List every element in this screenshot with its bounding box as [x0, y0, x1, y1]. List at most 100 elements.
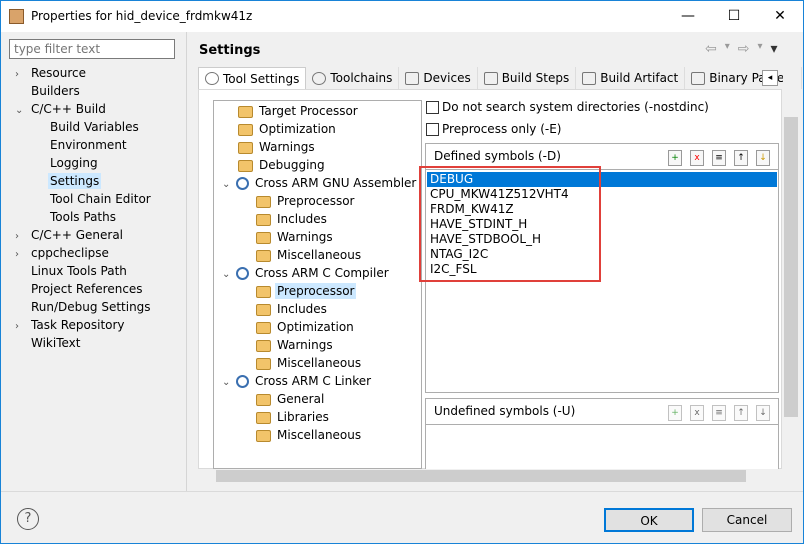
scroll-thumb[interactable] — [784, 117, 798, 417]
tool-tree-label: Optimization — [277, 320, 354, 334]
folder-icon — [238, 141, 253, 154]
nav-item-label: Task Repository — [31, 318, 125, 332]
filter-input[interactable] — [9, 39, 175, 59]
nav-item[interactable]: ⌄ C/C++ Build — [15, 100, 183, 118]
dropdown-icon[interactable]: ▾ — [758, 41, 763, 57]
tool-tree-item[interactable]: General — [214, 390, 421, 408]
vertical-scrollbar[interactable] — [783, 57, 799, 481]
nav-item[interactable]: › cppcheclipse — [15, 244, 183, 262]
tab-icon — [405, 71, 420, 85]
nav-item[interactable]: Project References — [15, 280, 183, 298]
folder-icon — [238, 159, 253, 172]
edit-icon[interactable]: ≡ — [712, 150, 726, 166]
tool-tree-item[interactable]: ⌄ Cross ARM C Linker — [214, 372, 421, 390]
tool-tree-item[interactable]: Preprocessor — [214, 192, 421, 210]
nav-item[interactable]: › Task Repository — [15, 316, 183, 334]
folder-icon — [256, 249, 271, 262]
collapse-icon[interactable]: ⌄ — [222, 266, 236, 284]
checkbox[interactable] — [426, 123, 439, 136]
tool-tree-item[interactable]: ⌄ Cross ARM C Compiler — [214, 264, 421, 282]
horizontal-scrollbar[interactable] — [198, 469, 782, 483]
tool-tree-item[interactable]: Target Processor — [214, 102, 421, 120]
expand-icon[interactable]: ⌄ — [15, 102, 29, 120]
nav-item[interactable]: Builders — [15, 82, 183, 100]
tab[interactable]: Tool Settings — [198, 67, 307, 89]
scroll-thumb[interactable] — [216, 470, 746, 482]
tool-tree-item[interactable]: Optimization — [214, 120, 421, 138]
folder-icon — [256, 321, 271, 334]
ok-button[interactable]: OK — [604, 508, 694, 532]
tab-label: Tool Settings — [223, 71, 300, 86]
folder-icon — [256, 213, 271, 226]
folder-icon — [256, 231, 271, 244]
help-button[interactable]: ? — [17, 508, 39, 530]
nav-item[interactable]: › C/C++ General — [15, 226, 183, 244]
tool-tree-label: Includes — [277, 302, 327, 316]
nav-item[interactable]: WikiText — [15, 334, 183, 352]
tool-tree-item[interactable]: Warnings — [214, 138, 421, 156]
delete-icon[interactable]: x — [690, 150, 704, 166]
tab-scroll-left-button[interactable]: ◂ — [762, 70, 778, 86]
checkbox[interactable] — [426, 101, 439, 114]
dropdown-icon[interactable]: ▾ — [725, 41, 730, 57]
folder-icon — [256, 429, 271, 442]
forward-icon[interactable]: ⇨ — [738, 41, 750, 57]
nav-item[interactable]: › Resource — [15, 64, 183, 82]
move-up-icon[interactable]: ↑ — [734, 150, 748, 166]
nav-item-label: Environment — [50, 138, 127, 152]
maximize-button[interactable]: ☐ — [711, 1, 757, 32]
tool-tree-item[interactable]: Debugging — [214, 156, 421, 174]
tool-tree-label: Includes — [277, 212, 327, 226]
folder-icon — [256, 339, 271, 352]
tab[interactable]: Build Artifact — [576, 67, 686, 89]
collapse-icon[interactable]: ⌄ — [222, 176, 236, 194]
tool-tree-item[interactable]: Miscellaneous — [214, 426, 421, 444]
close-button[interactable]: ✕ — [757, 1, 803, 32]
tool-tree-label: Optimization — [259, 122, 336, 136]
tool-tree-item[interactable]: Miscellaneous — [214, 246, 421, 264]
nav-item[interactable]: Linux Tools Path — [15, 262, 183, 280]
tab[interactable]: Build Steps — [478, 67, 577, 89]
nav-item[interactable]: Tool Chain Editor — [15, 190, 183, 208]
tool-icon — [236, 375, 249, 388]
tool-tree-item[interactable]: Includes — [214, 300, 421, 318]
folder-icon — [256, 285, 271, 298]
back-icon[interactable]: ⇦ — [705, 41, 717, 57]
nav-item[interactable]: Environment — [15, 136, 183, 154]
nav-item[interactable]: Run/Debug Settings — [15, 298, 183, 316]
tool-tree-item[interactable]: ⌄ Cross ARM GNU Assembler — [214, 174, 421, 192]
nav-item[interactable]: Tools Paths — [15, 208, 183, 226]
tool-tree-item[interactable]: Optimization — [214, 318, 421, 336]
tab-icon — [691, 71, 706, 85]
add-icon[interactable]: + — [668, 150, 682, 166]
collapse-icon[interactable]: ⌄ — [222, 374, 236, 392]
tab-icon — [312, 71, 327, 85]
folder-icon — [256, 303, 271, 316]
checkbox-label: Do not search system directories (-nostd… — [442, 100, 709, 114]
nostdinc-option[interactable]: Do not search system directories (-nostd… — [426, 100, 709, 114]
tool-tree-item[interactable]: Warnings — [214, 228, 421, 246]
folder-icon — [256, 195, 271, 208]
cancel-button[interactable]: Cancel — [702, 508, 792, 532]
nav-item[interactable]: Build Variables — [15, 118, 183, 136]
highlight-box — [419, 166, 601, 282]
tool-tree-item[interactable]: Warnings — [214, 336, 421, 354]
tool-tree-item[interactable]: Libraries — [214, 408, 421, 426]
tool-tree-item[interactable]: Includes — [214, 210, 421, 228]
tool-tree-item[interactable]: Miscellaneous — [214, 354, 421, 372]
preprocess-only-option[interactable]: Preprocess only (-E) — [426, 122, 561, 136]
divider — [186, 32, 187, 492]
tool-tree-label: Cross ARM GNU Assembler — [255, 176, 417, 190]
add-icon[interactable]: + — [668, 405, 682, 421]
view-menu-icon[interactable]: ▾ — [771, 41, 778, 57]
nav-item[interactable]: Settings — [15, 172, 183, 190]
nav-item[interactable]: Logging — [15, 154, 183, 172]
minimize-button[interactable]: — — [665, 1, 711, 32]
tool-tree-item[interactable]: Preprocessor — [214, 282, 421, 300]
tab[interactable]: Devices — [399, 67, 478, 89]
nav-item-label: C/C++ Build — [31, 102, 106, 116]
move-down-icon[interactable]: ↓ — [756, 150, 770, 166]
nav-item-label: WikiText — [31, 336, 81, 350]
tab[interactable]: Toolchains — [306, 67, 400, 89]
tool-tree-label: Libraries — [277, 410, 329, 424]
